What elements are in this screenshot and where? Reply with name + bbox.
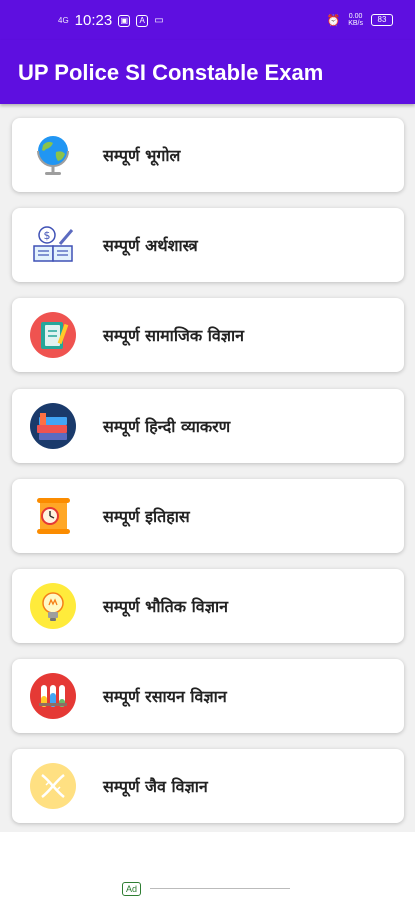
alarm-icon: ⏰ bbox=[326, 14, 341, 27]
menu-item-hindi-grammar[interactable]: सम्पूर्ण हिन्दी व्याकरण bbox=[12, 389, 404, 463]
battery-icon: 83 bbox=[371, 14, 393, 26]
app-title: UP Police SI Constable Exam bbox=[18, 60, 324, 85]
ad-badge: Ad bbox=[122, 882, 142, 896]
scroll-clock-icon bbox=[37, 498, 70, 534]
test-tubes-icon bbox=[30, 673, 76, 719]
menu-item-label: सम्पूर्ण सामाजिक विज्ञान bbox=[103, 326, 245, 345]
menu-item-label: सम्पूर्ण भूगोल bbox=[103, 146, 181, 165]
menu-item-label: सम्पूर्ण हिन्दी व्याकरण bbox=[103, 417, 231, 436]
network-speed: 0.00 KB/s bbox=[348, 13, 363, 27]
menu-item-economics[interactable]: $ सम्पूर्ण अर्थशास्त्र bbox=[12, 208, 404, 282]
menu-item-history[interactable]: सम्पूर्ण इतिहास bbox=[12, 479, 404, 553]
menu-item-biology[interactable]: सम्पूर्ण जैव विज्ञान bbox=[12, 749, 404, 823]
globe-icon bbox=[37, 136, 69, 175]
signal-indicator: 4G bbox=[58, 15, 69, 25]
status-left: 4G 10:23 ▣ A ▭ bbox=[58, 12, 164, 29]
notebook-icon bbox=[30, 312, 76, 358]
books-icon bbox=[30, 403, 76, 449]
menu-item-geography[interactable]: सम्पूर्ण भूगोल bbox=[12, 118, 404, 192]
menu-item-physics[interactable]: सम्पूर्ण भौतिक विज्ञान bbox=[12, 569, 404, 643]
cast-icon: ▭ bbox=[154, 15, 164, 26]
menu-item-label: सम्पूर्ण रसायन विज्ञान bbox=[103, 687, 227, 706]
app-bar: UP Police SI Constable Exam bbox=[0, 40, 415, 104]
menu-item-label: सम्पूर्ण भौतिक विज्ञान bbox=[103, 597, 228, 616]
network-speed-unit: KB/s bbox=[348, 20, 363, 27]
status-bar: 4G 10:23 ▣ A ▭ ⏰ 0.00 KB/s 83 bbox=[0, 0, 415, 40]
notification-icon: ▣ bbox=[118, 14, 131, 27]
economics-icon: $ bbox=[33, 226, 74, 262]
svg-text:$: $ bbox=[44, 229, 51, 242]
network-speed-value: 0.00 bbox=[348, 13, 363, 20]
menu-item-chemistry[interactable]: सम्पूर्ण रसायन विज्ञान bbox=[12, 659, 404, 733]
status-right: ⏰ 0.00 KB/s 83 bbox=[326, 13, 393, 27]
app-notification-icon: A bbox=[136, 14, 149, 27]
menu-item-label: सम्पूर्ण इतिहास bbox=[103, 507, 190, 526]
status-time: 10:23 bbox=[74, 12, 113, 29]
menu-item-label: सम्पूर्ण अर्थशास्त्र bbox=[103, 236, 198, 255]
lightbulb-icon bbox=[30, 583, 76, 629]
dna-icon bbox=[30, 763, 76, 809]
ad-divider bbox=[150, 888, 290, 889]
menu-item-label: सम्पूर्ण जैव विज्ञान bbox=[103, 777, 208, 796]
ad-banner[interactable]: Ad bbox=[0, 832, 415, 900]
menu-item-social-science[interactable]: सम्पूर्ण सामाजिक विज्ञान bbox=[12, 298, 404, 372]
